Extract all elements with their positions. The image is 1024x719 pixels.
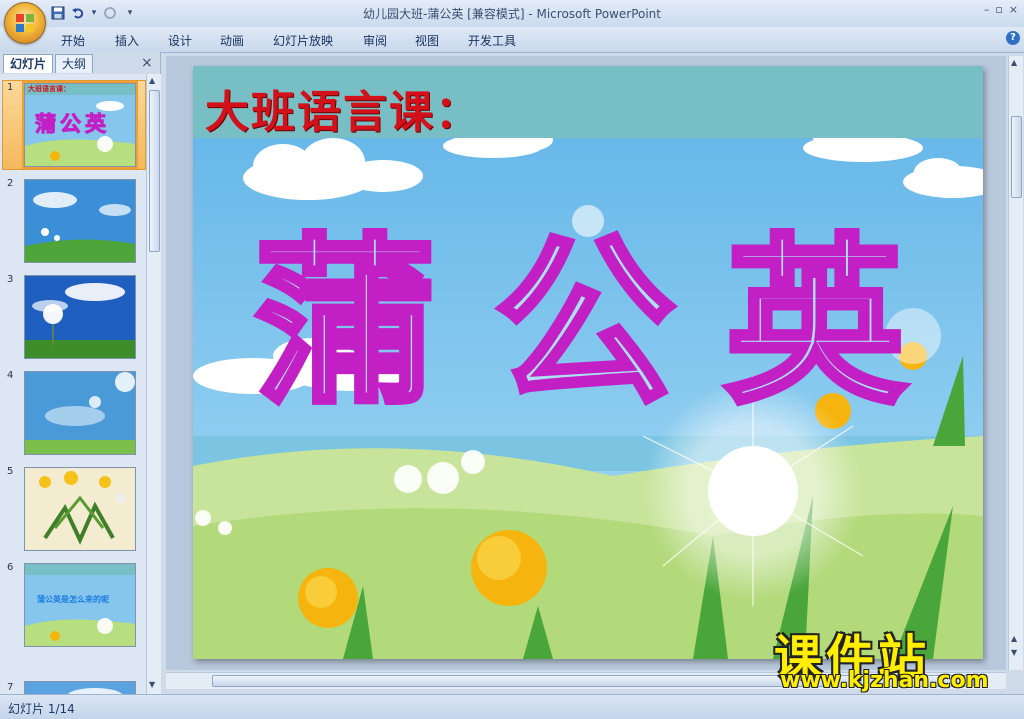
tab-outline[interactable]: 大纲 xyxy=(55,54,94,73)
tab-view[interactable]: 视图 xyxy=(415,32,439,49)
scroll-thumb[interactable] xyxy=(1011,116,1022,198)
window-title: 幼儿园大班-蒲公英 [兼容模式] - Microsoft PowerPoint xyxy=(363,7,661,21)
tab-slideshow[interactable]: 幻灯片放映 xyxy=(273,32,333,49)
slide-number: 5 xyxy=(7,466,14,477)
slide-thumbnail-4[interactable] xyxy=(24,371,136,455)
ribbon-tabs: 开始 插入 设计 动画 幻灯片放映 审阅 视图 开发工具 ? xyxy=(0,27,1024,53)
thumb-title: 大班语言课： xyxy=(28,85,70,93)
editor-scrollbar[interactable]: ▲ ▲ ▼ xyxy=(1008,56,1023,670)
slide-number: 2 xyxy=(7,178,14,189)
slide-number: 6 xyxy=(7,562,14,573)
office-button[interactable] xyxy=(4,2,46,44)
thumbnail-list: 1 大班语言课： 蒲公英 2 3 4 5 6 蒲公英是怎么来的呢 7 xyxy=(0,74,146,694)
slide-main-word[interactable]: 蒲 公 英 xyxy=(252,219,955,434)
slide-number: 7 xyxy=(7,682,14,693)
status-bar: 幻灯片 1/14 xyxy=(0,694,1024,719)
help-icon[interactable]: ? xyxy=(1006,31,1020,45)
site-watermark: 课件站 www.kjzhan.com xyxy=(774,618,1014,694)
slide-number: 3 xyxy=(7,274,14,285)
watermark-url: www.kjzhan.com xyxy=(780,668,989,693)
minimize-button[interactable]: – xyxy=(984,3,990,16)
slide-thumbnail-2[interactable] xyxy=(24,179,136,263)
office-logo-icon xyxy=(16,14,34,32)
slide-counter: 幻灯片 1/14 xyxy=(8,702,75,716)
tab-slides[interactable]: 幻灯片 xyxy=(3,54,54,73)
slide-thumbnail-6[interactable]: 蒲公英是怎么来的呢 xyxy=(24,563,136,647)
char-pu: 蒲 xyxy=(252,219,438,428)
thumb-title: 蒲公英是怎么来的呢 xyxy=(37,595,109,604)
tab-developer[interactable]: 开发工具 xyxy=(468,32,516,49)
tab-home[interactable]: 开始 xyxy=(61,32,85,49)
thumbnail-scrollbar[interactable]: ▲ ▼ xyxy=(146,74,161,694)
scroll-down-icon[interactable]: ▼ xyxy=(149,680,155,689)
slide-canvas[interactable]: 大班语言课： 蒲 公 英 xyxy=(193,66,983,659)
close-pane-icon[interactable]: × xyxy=(141,55,153,71)
restore-button[interactable]: ▫ xyxy=(995,3,1002,16)
slide-number: 4 xyxy=(7,370,14,381)
slide-thumbnail-7[interactable] xyxy=(24,681,136,694)
slide-thumbnail-5[interactable] xyxy=(24,467,136,551)
slides-pane: 幻灯片 大纲 × 1 大班语言课： 蒲公英 2 3 4 5 6 蒲公英是怎么来的… xyxy=(0,52,161,694)
char-ying: 英 xyxy=(722,219,908,428)
slide-thumbnail-3[interactable] xyxy=(24,275,136,359)
slide-title[interactable]: 大班语言课： xyxy=(205,76,481,140)
tab-insert[interactable]: 插入 xyxy=(115,32,139,49)
close-button[interactable]: × xyxy=(1009,3,1018,16)
tab-design[interactable]: 设计 xyxy=(168,32,192,49)
scroll-up-icon[interactable]: ▲ xyxy=(1011,58,1017,67)
thumb-big-word: 蒲公英 xyxy=(35,112,110,137)
scroll-up-icon[interactable]: ▲ xyxy=(149,76,155,85)
tab-animation[interactable]: 动画 xyxy=(220,32,244,49)
scroll-thumb[interactable] xyxy=(149,90,160,252)
slide-number: 1 xyxy=(7,82,14,93)
tab-review[interactable]: 审阅 xyxy=(363,32,387,49)
char-gong: 公 xyxy=(492,219,678,428)
window-controls: – ▫ × xyxy=(984,3,1018,16)
slide-thumbnail-1[interactable]: 大班语言课： 蒲公英 xyxy=(22,81,138,169)
title-bar: ▾ ▾ 幼儿园大班-蒲公英 [兼容模式] - Microsoft PowerPo… xyxy=(0,0,1024,27)
